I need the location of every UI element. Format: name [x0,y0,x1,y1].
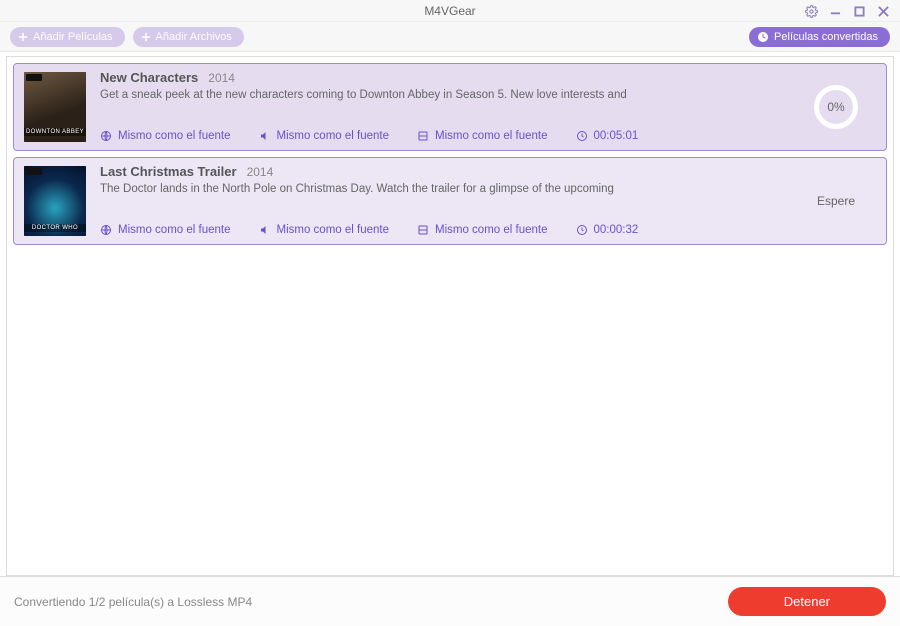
subtitle-setting[interactable]: Mismo como el fuente [100,130,231,142]
clock-icon [757,31,769,43]
duration: 00:00:32 [576,224,639,236]
video-setting[interactable]: Mismo como el fuente [417,224,548,236]
thumbnail: DOCTOR WHO [24,166,86,236]
toolbar: Añadir Películas Añadir Archivos Películ… [0,22,900,52]
list-item[interactable]: DOCTOR WHO Last Christmas Trailer 2014 T… [13,157,887,245]
conversion-list: DOWNTON ABBEY New Characters 2014 Get a … [6,56,894,576]
stop-button[interactable]: Detener [728,587,886,616]
item-body: Last Christmas Trailer 2014 The Doctor l… [100,166,782,236]
item-year: 2014 [208,71,235,85]
duration: 00:05:01 [576,130,639,142]
item-description: The Doctor lands in the North Pole on Ch… [100,183,782,195]
film-icon [417,130,429,142]
settings-gear-icon[interactable] [804,4,818,18]
add-files-label: Añadir Archivos [156,31,232,43]
progress-percent: 0% [827,100,844,114]
globe-icon [100,224,112,236]
item-year: 2014 [247,165,274,179]
add-movies-button[interactable]: Añadir Películas [10,27,125,47]
item-title: New Characters [100,70,198,85]
footer-status: Convertiendo 1/2 película(s) a Lossless … [14,595,728,609]
item-body: New Characters 2014 Get a sneak peek at … [100,72,782,142]
plus-icon [141,32,151,42]
speaker-icon [259,130,271,142]
plus-icon [18,32,28,42]
clock-icon [576,130,588,142]
wait-label: Espere [817,194,855,208]
minimize-icon[interactable] [828,4,842,18]
item-description: Get a sneak peek at the new characters c… [100,89,782,101]
list-item[interactable]: DOWNTON ABBEY New Characters 2014 Get a … [13,63,887,151]
footer: Convertiendo 1/2 película(s) a Lossless … [0,576,900,626]
film-icon [417,224,429,236]
converted-movies-button[interactable]: Películas convertidas [749,27,890,47]
close-icon[interactable] [876,4,890,18]
item-meta-row: Mismo como el fuente Mismo como el fuent… [100,224,782,236]
thumbnail-caption: DOWNTON ABBEY [24,128,86,136]
app-title: M4VGear [0,4,900,18]
item-status: Espere [796,166,876,236]
window-controls [804,0,896,22]
item-status: 0% [796,72,876,142]
audio-setting[interactable]: Mismo como el fuente [259,224,390,236]
progress-ring: 0% [814,85,858,129]
item-meta-row: Mismo como el fuente Mismo como el fuent… [100,130,782,142]
converted-movies-label: Películas convertidas [774,31,878,43]
clock-icon [576,224,588,236]
globe-icon [100,130,112,142]
audio-setting[interactable]: Mismo como el fuente [259,130,390,142]
thumbnail-caption: DOCTOR WHO [24,224,86,232]
video-setting[interactable]: Mismo como el fuente [417,130,548,142]
maximize-icon[interactable] [852,4,866,18]
add-files-button[interactable]: Añadir Archivos [133,27,244,47]
speaker-icon [259,224,271,236]
subtitle-setting[interactable]: Mismo como el fuente [100,224,231,236]
thumbnail: DOWNTON ABBEY [24,72,86,142]
item-title: Last Christmas Trailer [100,164,237,179]
add-movies-label: Añadir Películas [33,31,113,43]
title-bar: M4VGear [0,0,900,22]
stop-button-label: Detener [784,594,830,609]
